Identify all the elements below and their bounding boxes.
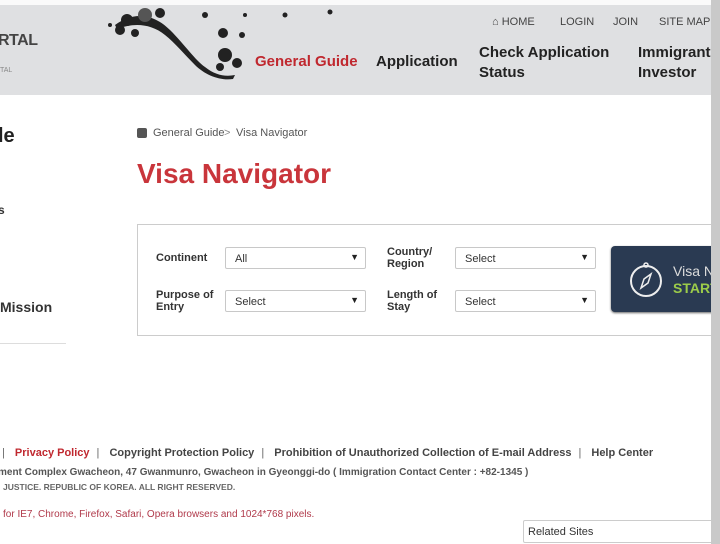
purpose-label: Purpose of Entry bbox=[156, 289, 214, 313]
util-join-link[interactable]: JOIN bbox=[613, 16, 638, 28]
length-select[interactable]: Select ▼ bbox=[455, 290, 596, 312]
footer-email-prohibition[interactable]: Prohibition of Unauthorized Collection o… bbox=[274, 447, 571, 459]
footer-copyright-policy[interactable]: Copyright Protection Policy bbox=[109, 447, 254, 459]
footer-help-center[interactable]: Help Center bbox=[591, 447, 653, 459]
header: RTAL TAL ⌂ HOME LOGIN JOIN SITE MAP Gene… bbox=[0, 5, 720, 95]
nav-general-guide[interactable]: General Guide bbox=[255, 52, 358, 72]
ink-branch-decoration bbox=[108, 8, 333, 80]
continent-select[interactable]: All ▼ bbox=[225, 247, 366, 269]
sidebar-item[interactable]: s bbox=[0, 203, 5, 217]
length-label: Length of Stay bbox=[387, 289, 438, 313]
purpose-select[interactable]: Select ▼ bbox=[225, 290, 366, 312]
home-icon: ⌂ bbox=[492, 16, 499, 28]
scrollbar[interactable] bbox=[711, 0, 720, 544]
footer-address: ment Complex Gwacheon, 47 Gwanmunro, Gwa… bbox=[0, 467, 529, 478]
sidebar-title: le bbox=[0, 125, 15, 147]
nav-check-application-status[interactable]: Check Application Status bbox=[479, 43, 619, 83]
page-title: Visa Navigator bbox=[137, 158, 332, 189]
dropdown-arrow-icon: ▼ bbox=[350, 295, 359, 305]
related-sites-select[interactable]: Related Sites bbox=[523, 520, 720, 543]
breadcrumb-home-icon[interactable] bbox=[137, 128, 147, 138]
breadcrumb-current: Visa Navigator bbox=[236, 127, 308, 139]
dropdown-arrow-icon: ▼ bbox=[580, 295, 589, 305]
footer-links: | Privacy Policy | Copyright Protection P… bbox=[2, 447, 654, 459]
compass-icon bbox=[630, 262, 662, 297]
dropdown-arrow-icon: ▼ bbox=[350, 252, 359, 262]
logo[interactable]: RTAL bbox=[0, 32, 38, 50]
country-select[interactable]: Select ▼ bbox=[455, 247, 596, 269]
logo-subtext: TAL bbox=[0, 67, 13, 74]
footer-privacy-policy[interactable]: Privacy Policy bbox=[15, 447, 90, 459]
breadcrumb-separator: > bbox=[224, 127, 231, 139]
util-home-link[interactable]: ⌂ HOME bbox=[492, 16, 535, 28]
dropdown-arrow-icon: ▼ bbox=[580, 252, 589, 262]
sidebar-divider bbox=[0, 343, 66, 344]
util-login-link[interactable]: LOGIN bbox=[560, 16, 594, 28]
breadcrumb-general-guide[interactable]: General Guide bbox=[153, 127, 225, 139]
util-sitemap-link[interactable]: SITE MAP bbox=[659, 16, 710, 28]
country-label: Country/ Region bbox=[387, 246, 433, 270]
footer-browser-note: for IE7, Chrome, Firefox, Safari, Opera … bbox=[3, 509, 315, 520]
continent-label: Continent bbox=[156, 252, 208, 264]
footer-copyright: JUSTICE. REPUBLIC OF KOREA. ALL RIGHT RE… bbox=[3, 482, 236, 492]
nav-application[interactable]: Application bbox=[376, 52, 458, 72]
visa-navigator-start-button[interactable]: Visa Na START bbox=[611, 246, 720, 312]
nav-immigrant-investor[interactable]: Immigrant Investor bbox=[638, 43, 718, 83]
sidebar-item-mission[interactable]: Mission bbox=[0, 299, 52, 315]
